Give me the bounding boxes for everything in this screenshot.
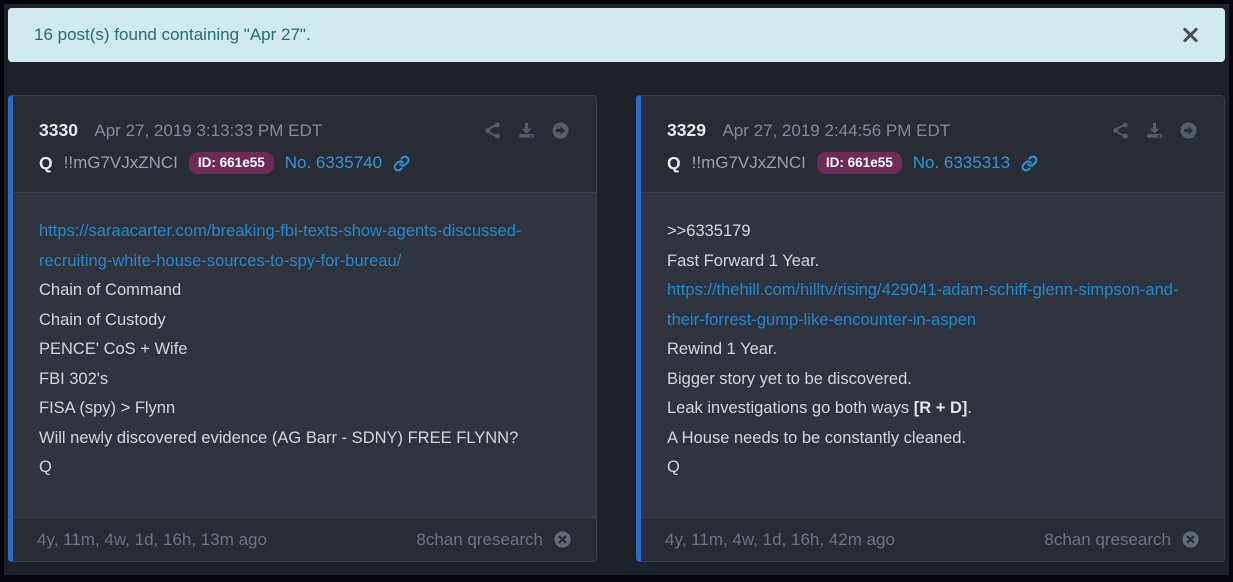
app-window: 16 post(s) found containing "Apr 27". 33…	[0, 0, 1233, 582]
post-number: 3329	[667, 120, 706, 140]
tripcode: !!mG7VJxZNCI	[692, 153, 806, 173]
share-icon[interactable]	[1111, 121, 1130, 140]
post-footer: 4y, 11m, 4w, 1d, 16h, 13m ago 8chan qres…	[13, 517, 596, 561]
post-footer: 4y, 11m, 4w, 1d, 16h, 42m ago 8chan qres…	[641, 517, 1224, 561]
post-number: 3330	[39, 120, 78, 140]
board-post-link[interactable]: No. 6335313	[913, 153, 1010, 173]
body-link[interactable]: https://thehill.com/hilltv/rising/429041…	[667, 281, 1178, 329]
author-name: Q	[39, 153, 53, 174]
body-line: Fast Forward 1 Year.	[667, 247, 1198, 277]
post-age: 4y, 11m, 4w, 1d, 16h, 13m ago	[37, 530, 267, 550]
body-line: Bigger story yet to be discovered.	[667, 365, 1198, 395]
body-line: Rewind 1 Year.	[667, 335, 1198, 365]
search-results-page: 16 post(s) found containing "Apr 27". 33…	[4, 4, 1229, 566]
goto-post-icon[interactable]	[1179, 121, 1198, 140]
download-icon[interactable]	[517, 121, 536, 140]
post-list: 3330 Apr 27, 2019 3:13:33 PM EDT	[8, 95, 1225, 562]
author-name: Q	[667, 153, 681, 174]
body-line: FISA (spy) > Flynn	[39, 394, 570, 424]
id-badge[interactable]: ID: 661e55	[189, 152, 274, 174]
tripcode: !!mG7VJxZNCI	[64, 153, 178, 173]
post-age: 4y, 11m, 4w, 1d, 16h, 42m ago	[665, 530, 895, 550]
post-source: 8chan qresearch	[416, 530, 543, 550]
quote-ref: >>6335179	[667, 217, 1198, 247]
body-link[interactable]: https://saraacarter.com/breaking-fbi-tex…	[39, 222, 521, 270]
body-line: A House needs to be constantly cleaned.	[667, 424, 1198, 454]
body-line: Q	[39, 453, 570, 483]
search-result-message: 16 post(s) found containing "Apr 27".	[34, 25, 311, 45]
link-icon[interactable]	[1021, 155, 1038, 172]
post-card: 3330 Apr 27, 2019 3:13:33 PM EDT	[8, 95, 597, 562]
link-icon[interactable]	[393, 155, 410, 172]
post-timestamp: Apr 27, 2019 2:44:56 PM EDT	[722, 121, 950, 140]
remove-source-icon[interactable]	[553, 530, 572, 549]
body-line: Leak investigations go both ways [R + D]…	[667, 394, 1198, 424]
close-icon[interactable]	[1180, 25, 1201, 46]
post-header: 3330 Apr 27, 2019 3:13:33 PM EDT	[13, 96, 596, 193]
post-header: 3329 Apr 27, 2019 2:44:56 PM EDT	[641, 96, 1224, 193]
post-body: >>6335179 Fast Forward 1 Year. https://t…	[641, 193, 1224, 517]
goto-post-icon[interactable]	[551, 121, 570, 140]
post-card: 3329 Apr 27, 2019 2:44:56 PM EDT	[636, 95, 1225, 562]
body-line: Will newly discovered evidence (AG Barr …	[39, 424, 570, 454]
share-icon[interactable]	[483, 121, 502, 140]
id-badge[interactable]: ID: 661e55	[817, 152, 902, 174]
body-line: Chain of Custody	[39, 306, 570, 336]
body-line: Q	[667, 453, 1198, 483]
body-line: FBI 302's	[39, 365, 570, 395]
post-actions	[1111, 121, 1198, 140]
post-body: https://saraacarter.com/breaking-fbi-tex…	[13, 193, 596, 517]
body-line: PENCE' CoS + Wife	[39, 335, 570, 365]
download-icon[interactable]	[1145, 121, 1164, 140]
post-timestamp: Apr 27, 2019 3:13:33 PM EDT	[94, 121, 322, 140]
post-actions	[483, 121, 570, 140]
search-result-banner: 16 post(s) found containing "Apr 27".	[8, 8, 1225, 62]
post-source: 8chan qresearch	[1044, 530, 1171, 550]
board-post-link[interactable]: No. 6335740	[285, 153, 382, 173]
remove-source-icon[interactable]	[1181, 530, 1200, 549]
body-line: Chain of Command	[39, 276, 570, 306]
